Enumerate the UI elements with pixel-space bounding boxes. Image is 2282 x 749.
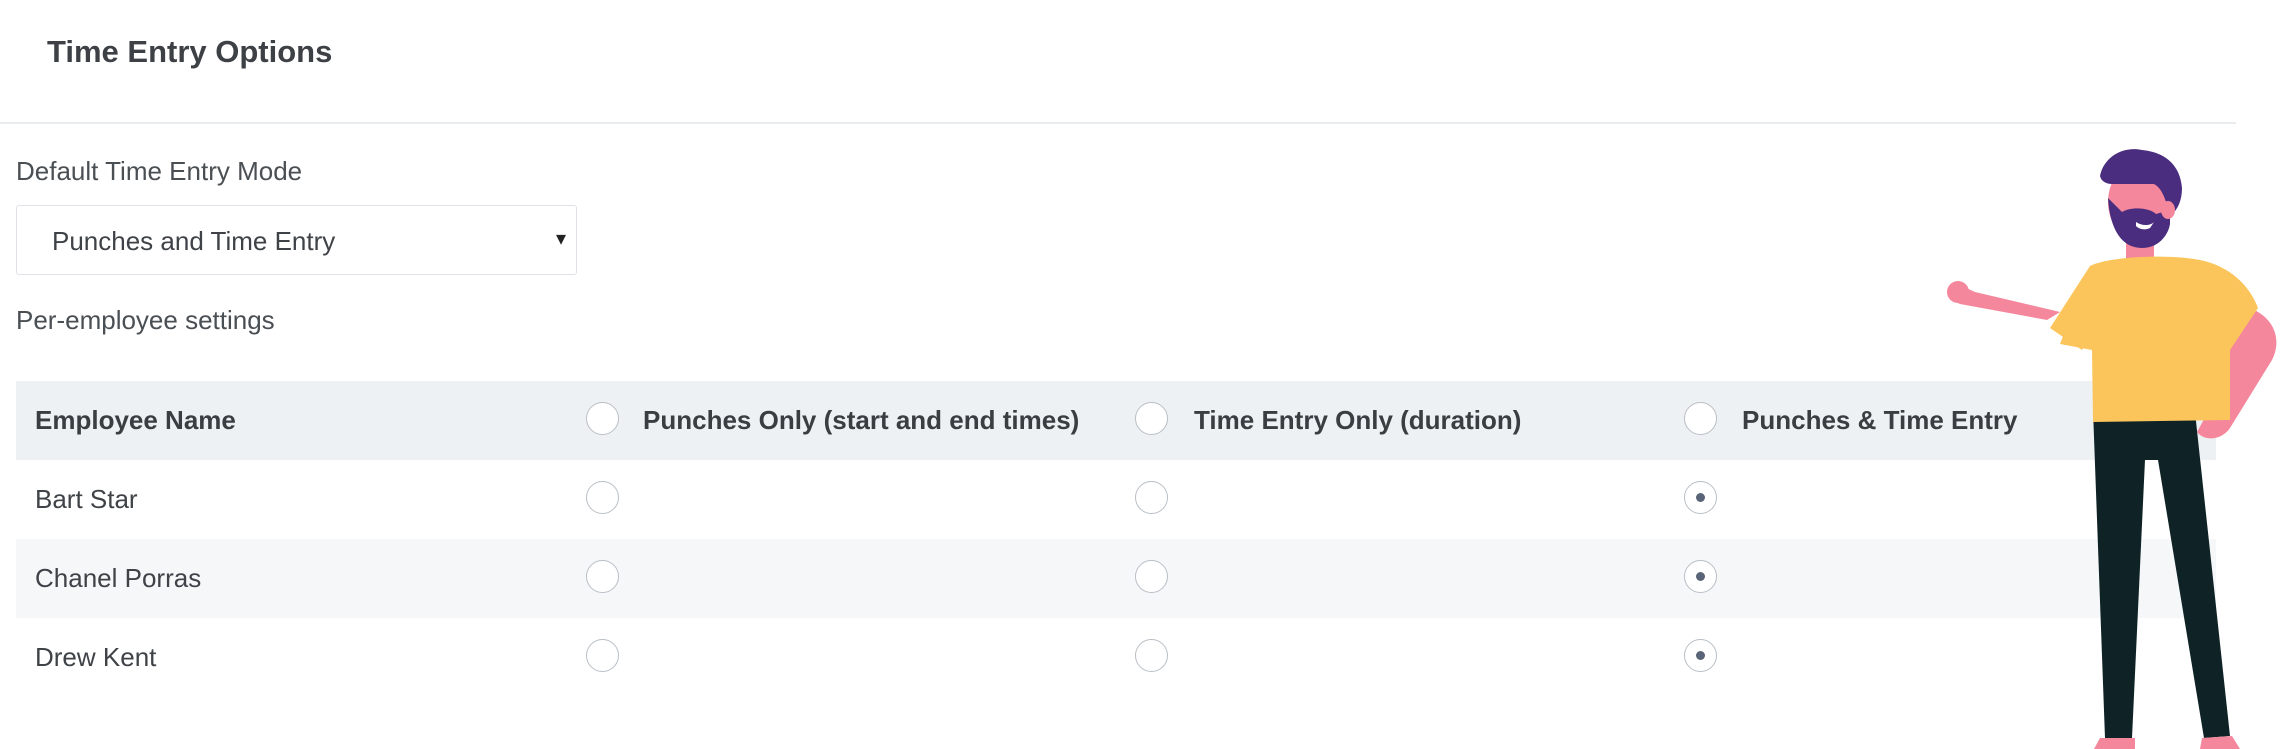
table-header-row: Employee Name Punches Only (start and en…	[16, 381, 2216, 460]
radio-punches-only[interactable]	[586, 481, 619, 514]
employee-name: Bart Star	[35, 484, 138, 514]
page-title: Time Entry Options	[47, 34, 333, 69]
header-employee-name: Employee Name	[35, 405, 236, 435]
employee-name: Drew Kent	[35, 642, 157, 672]
employee-table: Employee Name Punches Only (start and en…	[16, 381, 2216, 697]
table-row: Drew Kent	[16, 618, 2216, 697]
illustration-pants	[2093, 410, 2230, 738]
per-employee-label: Per-employee settings	[16, 305, 275, 335]
radio-punches-and-time-entry[interactable]	[1684, 481, 1717, 514]
default-mode-label: Default Time Entry Mode	[16, 156, 303, 186]
illustration-ear	[2161, 201, 2175, 219]
radio-time-entry-only[interactable]	[1135, 639, 1168, 672]
title-divider	[0, 122, 2236, 124]
illustration-shoe-left	[2094, 738, 2135, 749]
default-mode-select[interactable]: Punches and Time Entry ▾	[16, 205, 577, 275]
radio-punches-and-time-entry[interactable]	[1684, 639, 1717, 672]
illustration-shoe-right	[2200, 736, 2240, 749]
radio-punches-only[interactable]	[586, 560, 619, 593]
header-radio-punches-only[interactable]	[586, 402, 619, 435]
chevron-down-icon: ▾	[555, 228, 566, 250]
radio-time-entry-only[interactable]	[1135, 560, 1168, 593]
employee-name: Chanel Porras	[35, 563, 202, 593]
header-radio-time-entry-only[interactable]	[1135, 402, 1168, 435]
header-radio-punches-and-time-entry[interactable]	[1684, 402, 1717, 435]
header-time-entry-only-label: Time Entry Only (duration)	[1194, 405, 1522, 435]
default-mode-select-value: Punches and Time Entry	[52, 226, 336, 256]
header-punches-only-label: Punches Only (start and end times)	[643, 405, 1080, 435]
pointing-person-illustration	[1947, 149, 2277, 749]
table-row: Bart Star	[16, 460, 2216, 539]
table-row: Chanel Porras	[16, 539, 2216, 618]
radio-punches-only[interactable]	[586, 639, 619, 672]
illustration-hand-pointing	[1947, 281, 1969, 303]
radio-punches-and-time-entry[interactable]	[1684, 560, 1717, 593]
radio-time-entry-only[interactable]	[1135, 481, 1168, 514]
